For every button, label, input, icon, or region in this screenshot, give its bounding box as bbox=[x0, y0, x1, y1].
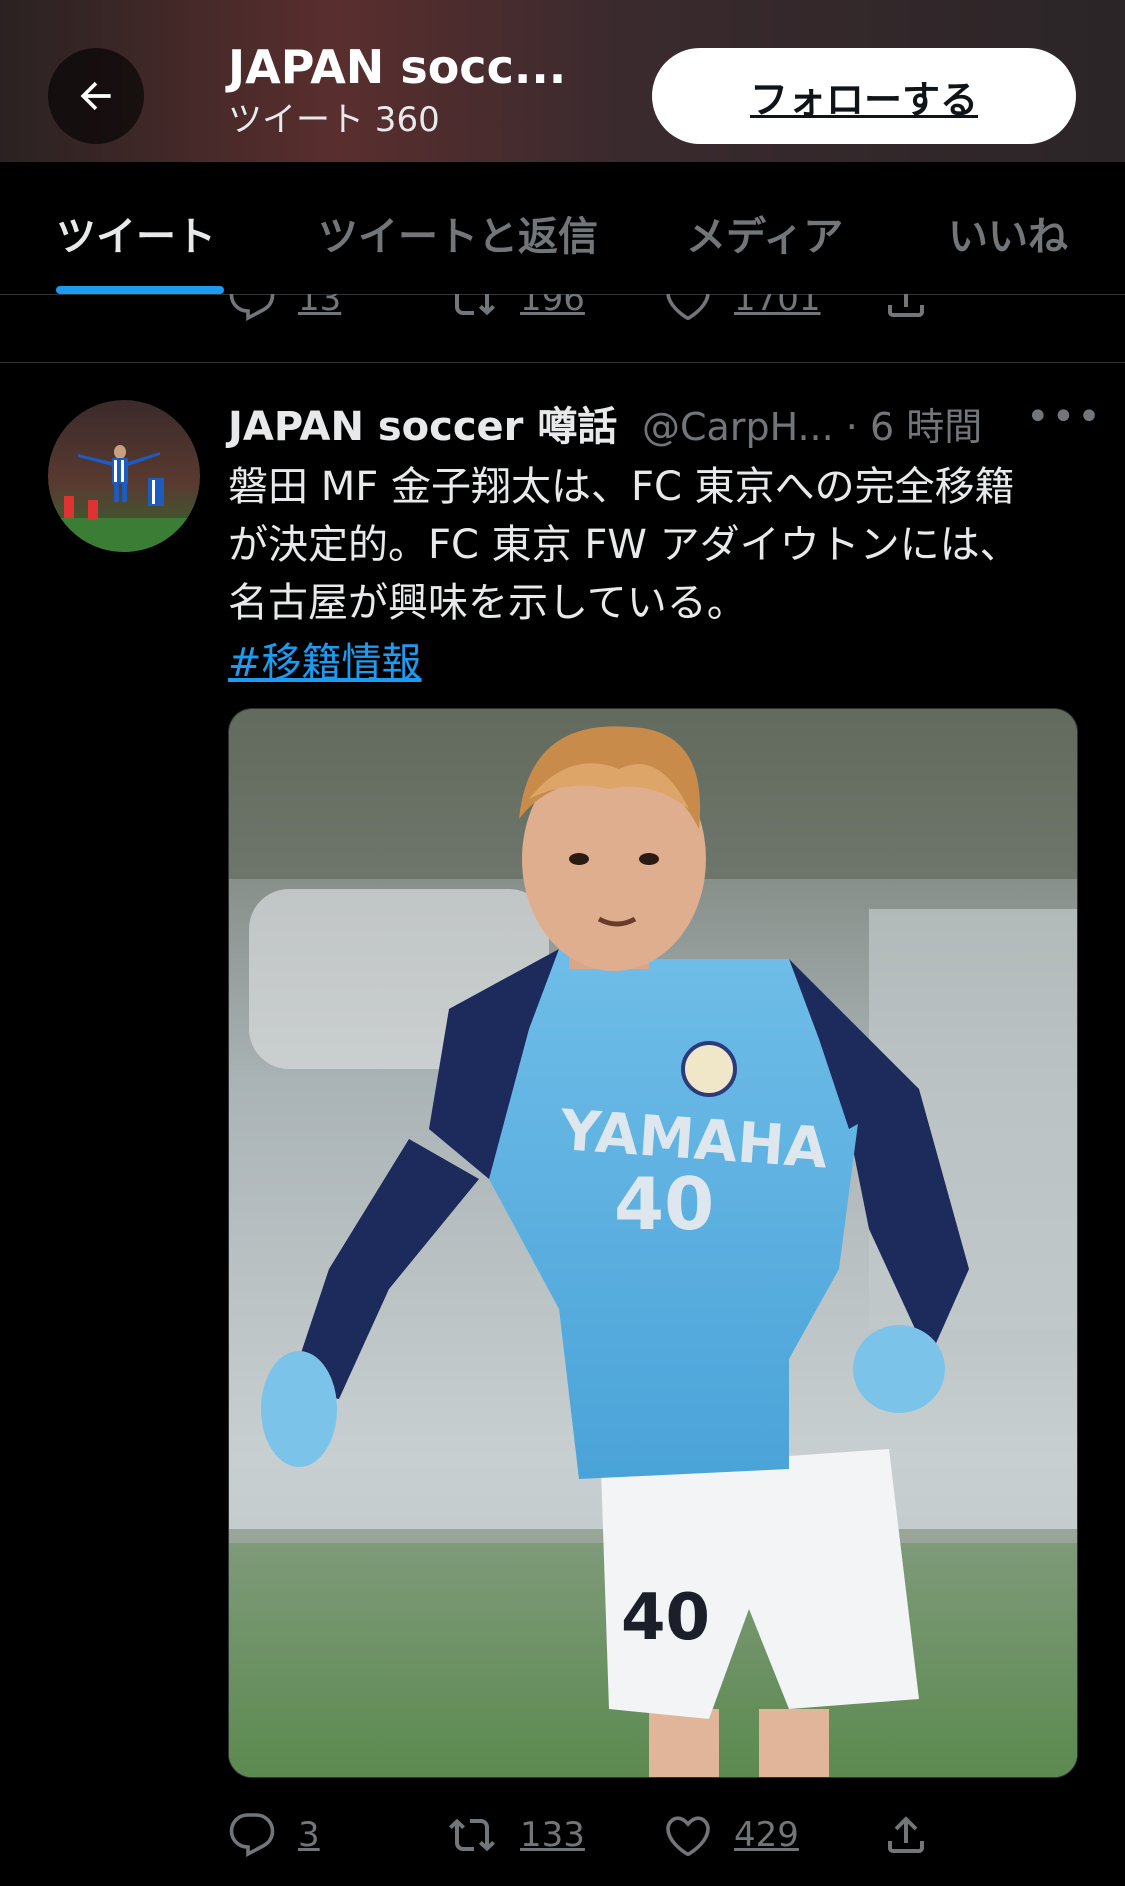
follow-button[interactable]: フォローする bbox=[652, 48, 1076, 144]
share-icon bbox=[888, 1816, 924, 1853]
avatar[interactable] bbox=[48, 400, 200, 552]
hashtag-link[interactable]: #移籍情報 bbox=[228, 630, 422, 688]
avatar-image bbox=[48, 400, 200, 552]
profile-title: JAPAN socc... bbox=[228, 40, 567, 94]
like-icon bbox=[666, 1816, 710, 1856]
prev-like-button[interactable]: 1701 bbox=[664, 294, 821, 334]
prev-reply-count: 13 bbox=[298, 294, 342, 319]
profile-header: JAPAN socc... ツイート 360 フォローする bbox=[0, 0, 1125, 162]
svg-text:40: 40 bbox=[614, 1162, 714, 1246]
more-icon[interactable]: ••• bbox=[1026, 394, 1103, 440]
reply-icon bbox=[229, 294, 275, 322]
retweet-icon bbox=[449, 1818, 495, 1852]
profile-tabs: ツイート ツイートと返信 メディア いいね bbox=[0, 162, 1125, 295]
active-tab-indicator bbox=[56, 286, 224, 294]
back-button[interactable] bbox=[48, 48, 144, 144]
tweet-text-line-2: が決定的。FC 東京 FW アダイウトンには、 bbox=[228, 522, 1020, 568]
tweet-text-line-3: 名古屋が興味を示している。 bbox=[228, 580, 747, 626]
back-arrow-icon bbox=[80, 81, 111, 111]
retweet-count: 133 bbox=[520, 1815, 585, 1855]
prev-share-button[interactable] bbox=[882, 294, 930, 334]
player-photo: 40 YAMAHA 40 bbox=[229, 709, 1077, 1777]
prev-retweet-count: 196 bbox=[520, 294, 585, 319]
prev-retweet-button[interactable]: 196 bbox=[446, 294, 585, 334]
tab-tweets-and-replies[interactable]: ツイートと返信 bbox=[318, 204, 598, 262]
tweet-text-line-1: 磐田 MF 金子翔太は、FC 東京への完全移籍 bbox=[228, 464, 1015, 510]
like-icon bbox=[666, 294, 710, 320]
share-button[interactable] bbox=[882, 1800, 930, 1870]
tweet-divider bbox=[0, 362, 1125, 363]
reply-icon bbox=[229, 1813, 275, 1858]
tab-likes[interactable]: いいね bbox=[948, 204, 1068, 262]
prev-reply-button[interactable]: 13 bbox=[228, 294, 341, 334]
tweet-count: ツイート 360 bbox=[228, 100, 440, 140]
share-icon bbox=[888, 294, 924, 317]
tweet-author-name[interactable]: JAPAN soccer 噂話 bbox=[228, 394, 617, 452]
reply-button[interactable]: 3 bbox=[228, 1800, 320, 1870]
like-count: 429 bbox=[734, 1815, 799, 1855]
tab-tweets[interactable]: ツイート bbox=[56, 204, 216, 262]
tweet-media-image[interactable]: 40 YAMAHA 40 bbox=[228, 708, 1078, 1778]
retweet-button[interactable]: 133 bbox=[446, 1800, 585, 1870]
reply-count: 3 bbox=[298, 1815, 320, 1855]
retweet-icon bbox=[455, 294, 495, 316]
tab-media[interactable]: メディア bbox=[686, 204, 843, 262]
svg-text:40: 40 bbox=[621, 1581, 710, 1655]
previous-tweet-actions: 13 196 1701 bbox=[0, 294, 1125, 362]
prev-like-count: 1701 bbox=[734, 294, 821, 319]
like-button[interactable]: 429 bbox=[664, 1800, 799, 1870]
tweet-handle-time[interactable]: @CarpH... · 6 時間 bbox=[642, 396, 982, 451]
tweet-actions: 3 133 429 bbox=[0, 1800, 1125, 1870]
